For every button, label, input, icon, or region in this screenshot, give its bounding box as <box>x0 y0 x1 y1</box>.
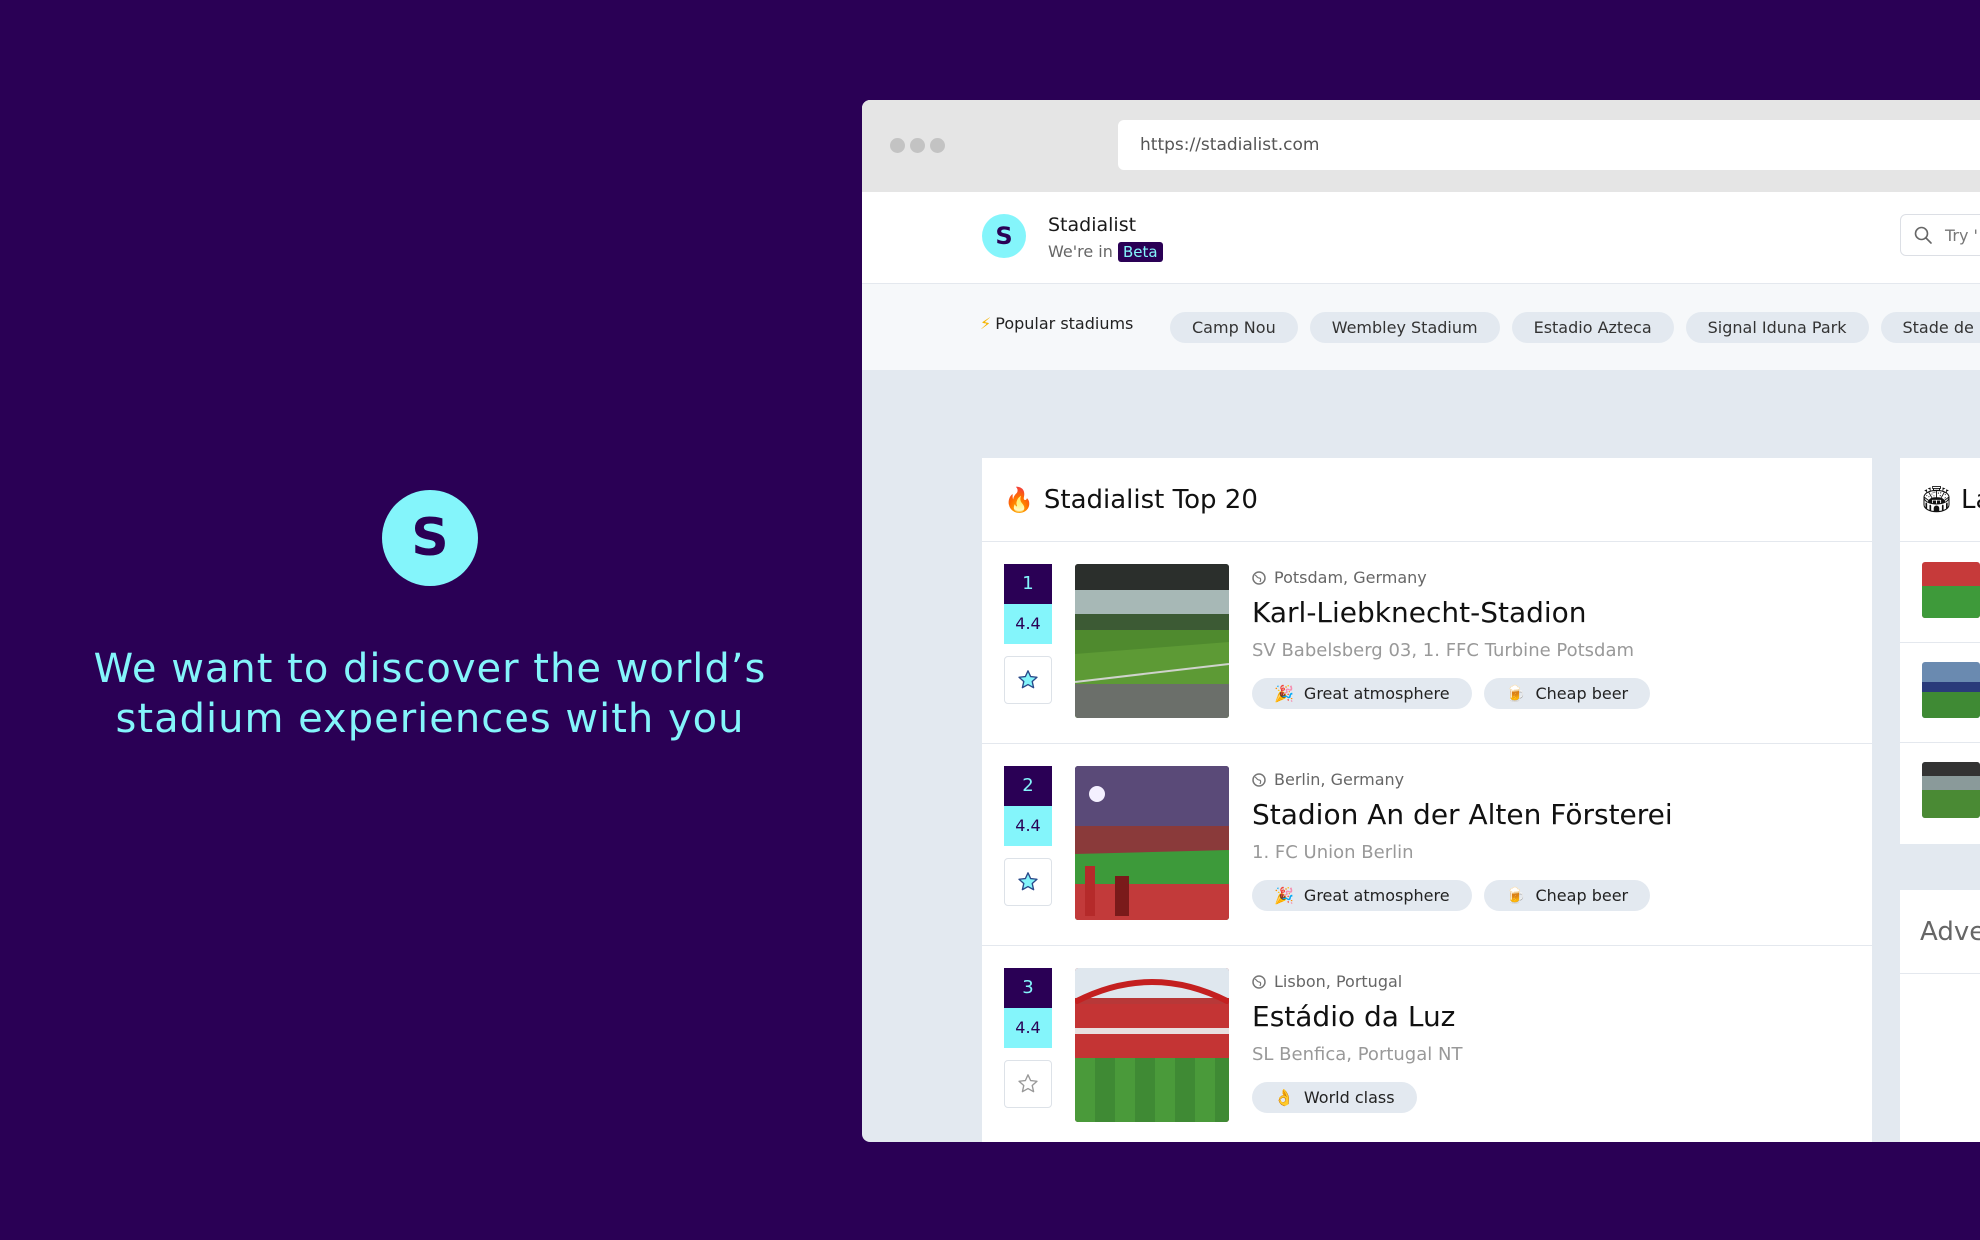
stadium-row[interactable]: 1 4.4 Potsdam, Germany Karl-Liebknecht-S… <box>982 542 1872 744</box>
fire-icon: 🔥 <box>1004 485 1034 514</box>
star-filled-icon <box>1018 670 1038 689</box>
chip-stadium[interactable]: Estadio Azteca <box>1511 312 1674 343</box>
divider <box>1900 642 1980 643</box>
address-bar[interactable]: https://stadialist.com <box>1118 120 1980 170</box>
stadium-photo[interactable] <box>1075 564 1229 718</box>
stadium-row[interactable]: 3 4.4 Lisbon, Portugal Estádio da Luz SL… <box>982 946 1872 1142</box>
stadium-row[interactable]: 2 4.4 Berlin, Germany Stadion An der Alt… <box>982 744 1872 946</box>
favorite-button[interactable] <box>1004 656 1052 704</box>
window-minimize-dot[interactable] <box>910 138 925 153</box>
tag[interactable]: 🍺 Cheap beer <box>1483 678 1651 709</box>
rating-badge: 4.4 <box>1004 806 1052 846</box>
side-card-header: 🏟La <box>1900 458 1980 542</box>
stadium-icon: 🏟 <box>1920 484 1954 515</box>
tagline-line-1: We want to discover the world’s <box>93 646 767 692</box>
hero-tagline: We want to discover the world’s stadium … <box>60 644 800 744</box>
stadium-clubs: 1. FC Union Berlin <box>1252 842 1414 863</box>
favorite-button[interactable] <box>1004 1060 1052 1108</box>
tag[interactable]: 🍺 Cheap beer <box>1483 880 1651 911</box>
star-filled-icon <box>1018 872 1038 891</box>
app-name[interactable]: Stadialist <box>1048 214 1136 236</box>
side-card-title: La <box>1961 484 1980 515</box>
rank-badge: 1 <box>1004 564 1052 604</box>
subtitle-prefix: We're in <box>1048 242 1113 261</box>
app-header: S Stadialist We're in Beta Try ' <box>862 192 1980 284</box>
search-placeholder: Try ' <box>1945 226 1978 245</box>
tag-label: World class <box>1303 1088 1395 1107</box>
stadium-tags: 🎉 Great atmosphere 🍺 Cheap beer <box>1252 880 1651 911</box>
stadium-photo[interactable] <box>1075 766 1229 920</box>
hero-logo: S <box>382 490 478 586</box>
party-icon: 🎉 <box>1274 886 1294 905</box>
stadium-clubs: SV Babelsberg 03, 1. FFC Turbine Potsdam <box>1252 640 1635 661</box>
tag-label: Great atmosphere <box>1303 886 1450 905</box>
top20-header: 🔥 Stadialist Top 20 <box>982 458 1872 542</box>
top20-card: 🔥 Stadialist Top 20 1 4.4 Potsdam, Germa… <box>982 458 1872 1142</box>
location-text: Berlin, Germany <box>1274 770 1405 789</box>
app-logo[interactable]: S <box>982 214 1026 258</box>
chip-stadium[interactable]: Stade de <box>1880 312 1980 343</box>
globe-icon <box>1252 772 1266 787</box>
window-close-dot[interactable] <box>890 138 905 153</box>
tag-label: Cheap beer <box>1535 886 1629 905</box>
popular-label: ⚡ Popular stadiums <box>980 314 1133 333</box>
globe-icon <box>1252 974 1266 989</box>
popular-label-text: Popular stadiums <box>995 314 1134 333</box>
advertisement-card: Adve <box>1900 890 1980 1142</box>
top20-title: Stadialist Top 20 <box>1043 484 1258 515</box>
app-subtitle: We're in Beta <box>1048 242 1163 262</box>
ad-header: Adve <box>1900 890 1980 974</box>
tag[interactable]: 🎉 Great atmosphere <box>1252 880 1472 911</box>
tagline-line-2: stadium experiences with you <box>115 696 745 742</box>
rank-badge: 3 <box>1004 968 1052 1008</box>
tag-label: Great atmosphere <box>1303 684 1450 703</box>
chip-stadium[interactable]: Camp Nou <box>1170 312 1298 343</box>
location-text: Lisbon, Portugal <box>1274 972 1403 991</box>
rating-badge: 4.4 <box>1004 1008 1052 1048</box>
stadium-name[interactable]: Estádio da Luz <box>1252 1000 1455 1033</box>
star-outline-icon <box>1018 1074 1038 1093</box>
party-icon: 🎉 <box>1274 684 1294 703</box>
stadium-tags: 🎉 Great atmosphere 🍺 Cheap beer <box>1252 678 1651 709</box>
stadium-location: Berlin, Germany <box>1252 770 1404 789</box>
browser-chrome: https://stadialist.com <box>862 100 1980 192</box>
popular-chips: Camp Nou Wembley Stadium Estadio Azteca … <box>1170 312 1980 343</box>
lightning-icon: ⚡ <box>980 314 992 333</box>
chip-stadium[interactable]: Wembley Stadium <box>1309 312 1500 343</box>
tag[interactable]: 👌 World class <box>1252 1082 1417 1113</box>
search-icon <box>1914 226 1932 244</box>
chip-stadium[interactable]: Signal Iduna Park <box>1685 312 1869 343</box>
side-stadium-photo[interactable] <box>1922 662 1980 718</box>
beer-icon: 🍺 <box>1505 684 1526 703</box>
stadium-location: Lisbon, Portugal <box>1252 972 1402 991</box>
stadium-name[interactable]: Karl-Liebknecht-Stadion <box>1252 596 1587 629</box>
side-card: 🏟La <box>1900 458 1980 844</box>
stadium-location: Potsdam, Germany <box>1252 568 1427 587</box>
location-text: Potsdam, Germany <box>1274 568 1427 587</box>
rank-badge: 2 <box>1004 766 1052 806</box>
stadium-clubs: SL Benfica, Portugal NT <box>1252 1044 1463 1065</box>
favorite-button[interactable] <box>1004 858 1052 906</box>
tag-label: Cheap beer <box>1535 684 1629 703</box>
ok-hand-icon: 👌 <box>1274 1088 1294 1107</box>
globe-icon <box>1252 570 1266 585</box>
popular-stadiums-bar: ⚡ Popular stadiums Camp Nou Wembley Stadi… <box>862 284 1980 370</box>
window-maximize-dot[interactable] <box>930 138 945 153</box>
stadium-photo[interactable] <box>1075 968 1229 1122</box>
beer-icon: 🍺 <box>1505 886 1526 905</box>
side-stadium-photo[interactable] <box>1922 762 1980 818</box>
tag[interactable]: 🎉 Great atmosphere <box>1252 678 1472 709</box>
stadium-name[interactable]: Stadion An der Alten Försterei <box>1252 798 1673 831</box>
side-stadium-photo[interactable] <box>1922 562 1980 618</box>
search-input[interactable]: Try ' <box>1900 214 1980 256</box>
stadium-tags: 👌 World class <box>1252 1082 1417 1113</box>
divider <box>1900 742 1980 743</box>
rating-badge: 4.4 <box>1004 604 1052 644</box>
beta-badge: Beta <box>1117 242 1163 262</box>
browser-window: https://stadialist.com S Stadialist We'r… <box>862 100 1980 1142</box>
